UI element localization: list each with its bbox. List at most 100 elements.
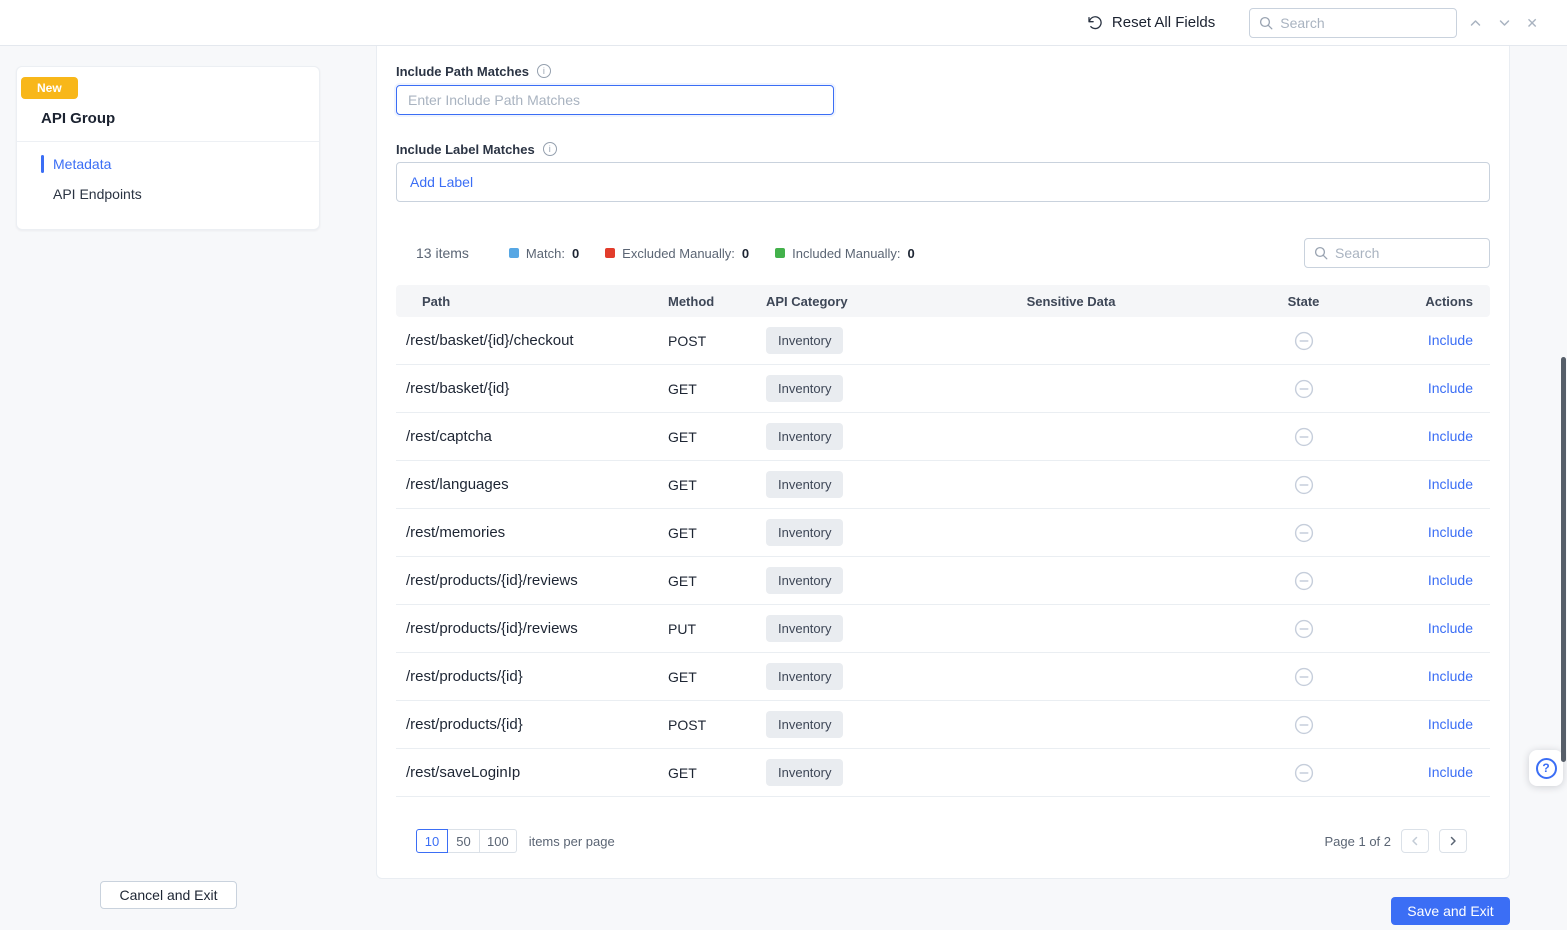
page-size-10-button[interactable]: 10 — [416, 829, 448, 853]
api-category-cell: Inventory — [766, 519, 946, 546]
column-api-category: API Category — [766, 294, 946, 309]
table-row: /rest/saveLoginIp GET Inventory Include — [396, 749, 1490, 797]
category-badge: Inventory — [766, 567, 843, 594]
endpoint-path: /rest/products/{id} — [396, 716, 668, 733]
column-sensitive-data: Sensitive Data — [946, 294, 1196, 309]
search-close-button[interactable]: ✕ — [1523, 13, 1541, 33]
table-row: /rest/memories GET Inventory Include — [396, 509, 1490, 557]
page-size-50-button[interactable]: 50 — [448, 829, 480, 853]
info-icon[interactable]: i — [543, 142, 557, 156]
category-badge: Inventory — [766, 711, 843, 738]
api-category-cell: Inventory — [766, 471, 946, 498]
state-cell — [1196, 667, 1411, 687]
question-mark-icon: ? — [1536, 758, 1557, 779]
include-path-input[interactable] — [396, 85, 834, 115]
api-group-form-panel: Include Path Matches i Include Label Mat… — [376, 46, 1510, 879]
save-and-exit-button[interactable]: Save and Exit — [1391, 897, 1510, 925]
legend-match: Match: 0 — [509, 246, 579, 261]
table-row: /rest/products/{id}/reviews GET Inventor… — [396, 557, 1490, 605]
api-category-cell: Inventory — [766, 423, 946, 450]
help-button[interactable]: ? — [1529, 750, 1563, 786]
table-search-input[interactable] — [1335, 245, 1480, 261]
sidebar-nav: Metadata API Endpoints — [17, 149, 319, 209]
category-badge: Inventory — [766, 519, 843, 546]
endpoint-method: GET — [668, 765, 766, 781]
top-bar: Reset All Fields — [0, 0, 1567, 46]
reset-all-fields-button[interactable]: Reset All Fields — [1086, 14, 1215, 31]
add-label-button[interactable]: Add Label — [410, 174, 473, 190]
excluded-swatch-icon — [605, 248, 615, 258]
table-row: /rest/basket/{id} GET Inventory Include — [396, 365, 1490, 413]
table-row: /rest/products/{id}/reviews PUT Inventor… — [396, 605, 1490, 653]
page-size-group: 10 50 100 — [416, 829, 517, 853]
include-link[interactable]: Include — [1428, 332, 1473, 348]
state-cell — [1196, 715, 1411, 735]
include-link[interactable]: Include — [1428, 764, 1473, 780]
minus-circle-icon — [1294, 475, 1314, 495]
minus-circle-icon — [1294, 379, 1314, 399]
previous-page-button[interactable] — [1401, 829, 1429, 853]
api-category-cell: Inventory — [766, 327, 946, 354]
api-category-cell: Inventory — [766, 711, 946, 738]
search-next-button[interactable] — [1494, 13, 1515, 33]
vertical-scrollbar-thumb[interactable] — [1561, 357, 1566, 762]
category-badge: Inventory — [766, 615, 843, 642]
info-icon[interactable]: i — [537, 64, 551, 78]
endpoint-method: POST — [668, 333, 766, 349]
endpoint-path: /rest/products/{id}/reviews — [396, 620, 668, 637]
next-page-button[interactable] — [1439, 829, 1467, 853]
actions-cell: Include — [1411, 668, 1490, 685]
include-path-label: Include Path Matches — [396, 64, 529, 79]
legend-included-manually: Included Manually: 0 — [775, 246, 915, 261]
endpoint-path: /rest/captcha — [396, 428, 668, 445]
include-link[interactable]: Include — [1428, 524, 1473, 540]
search-prev-button[interactable] — [1465, 13, 1486, 33]
actions-cell: Include — [1411, 620, 1490, 637]
include-link[interactable]: Include — [1428, 476, 1473, 492]
endpoint-method: PUT — [668, 621, 766, 637]
include-link[interactable]: Include — [1428, 620, 1473, 636]
included-swatch-icon — [775, 248, 785, 258]
category-badge: Inventory — [766, 663, 843, 690]
sidebar-item-api-endpoints[interactable]: API Endpoints — [17, 179, 319, 209]
api-group-panel: New API Group Metadata API Endpoints — [16, 66, 320, 230]
include-path-label-row: Include Path Matches i — [396, 63, 1490, 79]
new-badge: New — [21, 77, 78, 99]
minus-circle-icon — [1294, 763, 1314, 783]
search-icon — [1314, 246, 1328, 260]
category-badge: Inventory — [766, 423, 843, 450]
actions-cell: Include — [1411, 524, 1490, 541]
table-header: Path Method API Category Sensitive Data … — [396, 285, 1490, 317]
header-search-input[interactable] — [1280, 15, 1447, 31]
endpoint-method: GET — [668, 525, 766, 541]
minus-circle-icon — [1294, 523, 1314, 543]
table-row: /rest/languages GET Inventory Include — [396, 461, 1490, 509]
endpoint-path: /rest/memories — [396, 524, 668, 541]
api-category-cell: Inventory — [766, 615, 946, 642]
include-link[interactable]: Include — [1428, 716, 1473, 732]
include-label-label-row: Include Label Matches i — [396, 141, 1490, 157]
include-link[interactable]: Include — [1428, 572, 1473, 588]
table-row: /rest/products/{id} GET Inventory Includ… — [396, 653, 1490, 701]
minus-circle-icon — [1294, 331, 1314, 351]
table-search-box — [1304, 238, 1490, 268]
include-link[interactable]: Include — [1428, 380, 1473, 396]
header-search-box — [1249, 8, 1457, 38]
api-category-cell: Inventory — [766, 759, 946, 786]
endpoint-path: /rest/products/{id} — [396, 668, 668, 685]
category-badge: Inventory — [766, 471, 843, 498]
page-size-100-button[interactable]: 100 — [480, 829, 517, 853]
sidebar-item-metadata[interactable]: Metadata — [17, 149, 319, 179]
chevron-down-icon — [1497, 16, 1512, 30]
state-cell — [1196, 331, 1411, 351]
endpoint-method: POST — [668, 717, 766, 733]
match-swatch-icon — [509, 248, 519, 258]
cancel-and-exit-button[interactable]: Cancel and Exit — [100, 881, 237, 909]
category-badge: Inventory — [766, 375, 843, 402]
header-search-group: ✕ — [1249, 8, 1541, 38]
include-link[interactable]: Include — [1428, 668, 1473, 684]
sidebar-divider — [17, 141, 319, 142]
reset-all-fields-label: Reset All Fields — [1112, 14, 1215, 31]
table-summary-row: 13 items Match: 0 Excluded Manually: 0 I… — [396, 238, 1490, 268]
include-link[interactable]: Include — [1428, 428, 1473, 444]
